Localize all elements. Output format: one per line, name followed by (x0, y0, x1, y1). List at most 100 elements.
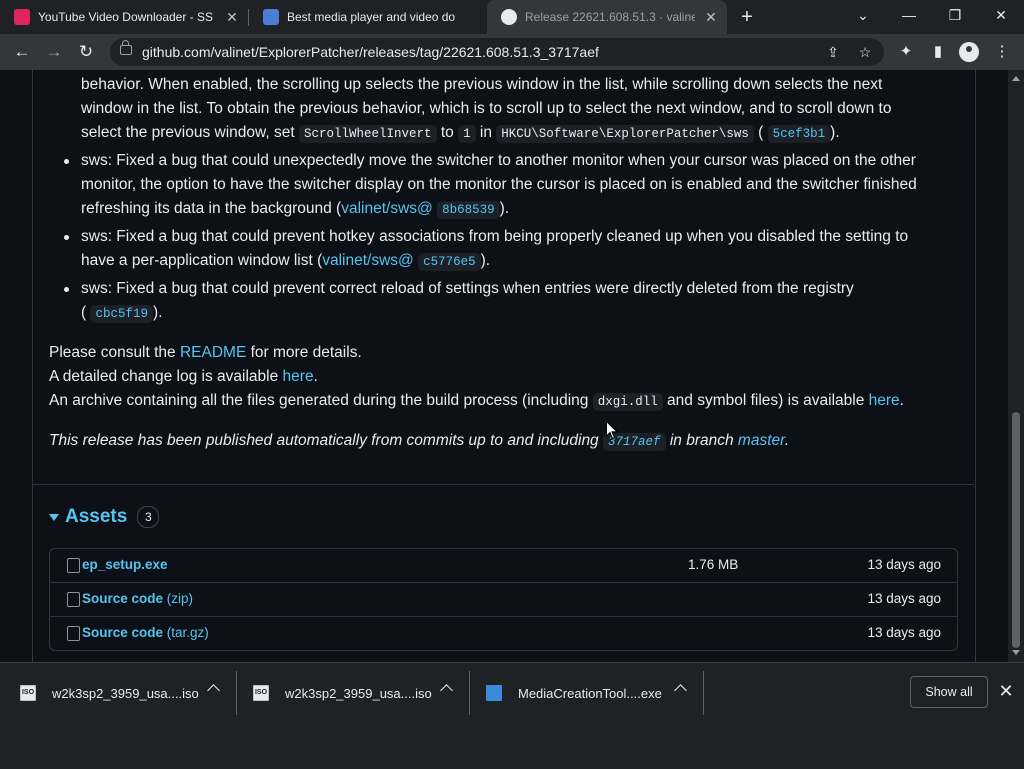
asset-row: Source code (tar.gz) 13 days ago (50, 616, 957, 650)
asset-link[interactable]: Source code (zip) (82, 591, 193, 606)
tab-github-release[interactable]: Release 22621.608.51.3 · valinet ✕ (487, 0, 727, 34)
lock-icon[interactable] (120, 40, 132, 55)
note-text: An archive containing all the files gene… (49, 392, 589, 409)
package-icon (67, 558, 80, 573)
inline-code: HKCU\Software\ExplorerPatcher\sws (496, 125, 754, 143)
file-zip-icon (67, 626, 80, 641)
note-text: for more details. (250, 344, 362, 361)
mouse-cursor-icon (606, 421, 618, 440)
note-text: sws: Fixed a bug that could prevent corr… (81, 280, 854, 297)
asset-format: (tar.gz) (166, 625, 209, 640)
asset-name: Source code (82, 591, 164, 606)
note-text: behavior. When enabled, the scrolling up… (81, 76, 883, 93)
divider (33, 484, 974, 485)
download-item[interactable]: MediaCreationTool....exe (486, 663, 698, 723)
url-text[interactable]: github.com/valinet/ExplorerPatcher/relea… (142, 44, 599, 60)
asset-date: 13 days ago (867, 591, 941, 606)
exe-file-icon (486, 685, 502, 701)
asset-name: ep_setup.exe (82, 557, 168, 572)
tab-search-icon[interactable]: ⌄ (840, 0, 886, 30)
triangle-down-icon (49, 513, 59, 521)
note-line: ( cbc5f19). (81, 301, 162, 326)
repo-link[interactable]: valinet/sws@ (322, 252, 414, 269)
commit-link[interactable]: cbc5f19 (90, 305, 153, 323)
show-all-button[interactable]: Show all (910, 676, 988, 708)
commit-link[interactable]: c5776e5 (418, 253, 481, 271)
note-text: ( (81, 304, 87, 321)
note-text: in (479, 124, 492, 141)
download-filename: MediaCreationTool....exe (518, 685, 662, 701)
bullet (64, 159, 69, 164)
note-text: refreshing its data in the background ( (81, 200, 342, 217)
published-line: This release has been published automati… (49, 429, 789, 454)
close-icon[interactable]: ✕ (997, 682, 1015, 700)
close-icon[interactable]: ✕ (703, 9, 719, 25)
readme-link[interactable]: README (180, 344, 246, 361)
commit-link[interactable]: 8b68539 (437, 201, 500, 219)
asset-link[interactable]: ep_setup.exe (82, 557, 168, 572)
consult-line: Please consult the README for more detai… (49, 341, 362, 365)
new-tab-button[interactable]: + (736, 6, 758, 28)
chevron-up-icon[interactable] (674, 684, 687, 697)
file-zip-icon (67, 592, 80, 607)
note-text: Please consult the (49, 344, 176, 361)
scroll-down-icon[interactable] (1012, 650, 1020, 655)
note-text: window in the list. To obtain the previo… (81, 100, 892, 117)
archive-line: An archive containing all the files gene… (49, 389, 904, 414)
branch-link[interactable]: master (738, 432, 785, 449)
repo-link[interactable]: valinet/sws@ (341, 200, 433, 217)
asset-link[interactable]: Source code (tar.gz) (82, 625, 209, 640)
restore-button[interactable]: ❐ (932, 0, 978, 30)
download-filename: w2k3sp2_3959_usa....iso (52, 685, 199, 701)
asset-date: 13 days ago (867, 625, 941, 640)
note-text: This release has been published automati… (49, 432, 599, 449)
share-icon[interactable]: ⇪ (824, 43, 842, 61)
address-bar[interactable]: github.com/valinet/ExplorerPatcher/relea… (110, 38, 884, 66)
chevron-up-icon[interactable] (440, 684, 453, 697)
extensions-icon[interactable]: ✦ (896, 42, 916, 62)
note-line: have a per-application window list (vali… (81, 249, 490, 274)
note-text: . (313, 368, 318, 385)
inline-code: dxgi.dll (592, 393, 663, 411)
scrollbar-thumb[interactable] (1012, 412, 1020, 648)
tab-youtube-downloader[interactable]: YouTube Video Downloader - SS ✕ (0, 0, 248, 34)
bookmark-star-icon[interactable]: ☆ (856, 43, 874, 61)
minimize-button[interactable]: — (886, 0, 932, 30)
scroll-up-icon[interactable] (1012, 76, 1020, 81)
tab-strip: YouTube Video Downloader - SS ✕ Best med… (0, 0, 1024, 34)
download-item[interactable]: ISO w2k3sp2_3959_usa....iso (253, 663, 465, 723)
close-icon[interactable]: ✕ (224, 9, 240, 25)
reload-button[interactable]: ↻ (74, 40, 98, 64)
download-filename: w2k3sp2_3959_usa....iso (285, 685, 432, 701)
commit-link[interactable]: 5cef3b1 (767, 125, 831, 143)
back-button[interactable]: ← (10, 40, 34, 64)
side-panel-icon[interactable]: ▮ (928, 42, 948, 62)
inline-code: ScrollWheelInvert (298, 125, 437, 143)
note-line: select the previous window, set ScrollWh… (81, 121, 840, 146)
divider (236, 671, 237, 715)
changelog-link[interactable]: here (283, 368, 314, 385)
tab-media-player[interactable]: Best media player and video do (249, 0, 487, 34)
asset-format: (zip) (166, 591, 194, 606)
menu-icon[interactable]: ⋮ (992, 42, 1012, 62)
iso-file-icon: ISO (253, 685, 269, 701)
tab-title: Best media player and video do (287, 10, 456, 24)
asset-size: 1.76 MB (688, 557, 739, 572)
app-icon (14, 9, 30, 25)
page-scrollbar[interactable] (1008, 70, 1024, 662)
forward-button[interactable]: → (42, 40, 66, 64)
download-item[interactable]: ISO w2k3sp2_3959_usa....iso (20, 663, 232, 723)
iso-file-icon: ISO (20, 685, 36, 701)
bullet (64, 287, 69, 292)
note-text: to (440, 124, 454, 141)
note-text: select the previous window, set (81, 124, 295, 141)
profile-avatar[interactable] (959, 42, 979, 62)
divider (469, 671, 470, 715)
chevron-up-icon[interactable] (207, 684, 220, 697)
assets-toggle[interactable]: Assets 3 (49, 506, 160, 528)
assets-list: ep_setup.exe 1.76 MB 13 days ago Source … (49, 548, 958, 651)
note-text: have a per-application window list ( (81, 252, 323, 269)
close-window-button[interactable]: ✕ (978, 0, 1024, 30)
asset-row: Source code (zip) 13 days ago (50, 582, 957, 616)
archive-link[interactable]: here (869, 392, 900, 409)
